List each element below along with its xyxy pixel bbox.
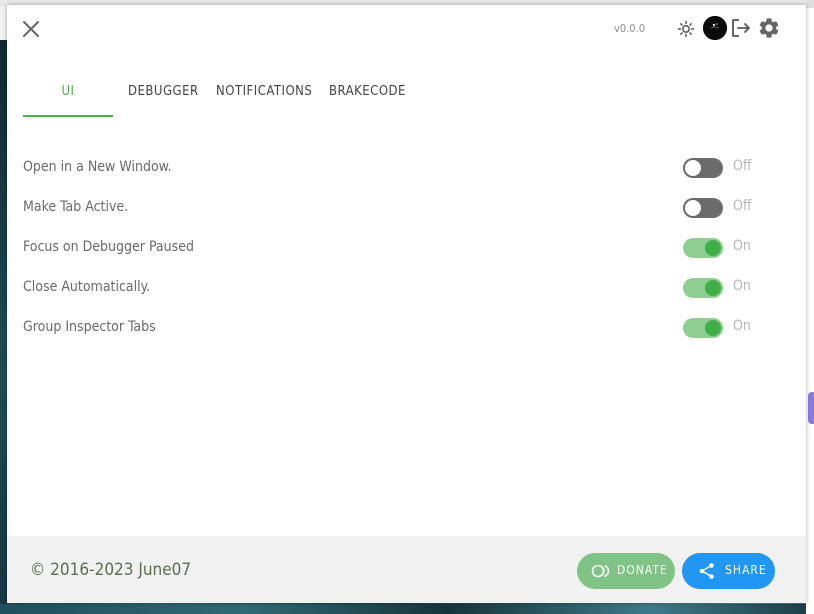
setting-label: Focus on Debugger Paused xyxy=(23,239,194,255)
tab-notifications[interactable]: NOTIFICATIONS xyxy=(216,77,312,115)
setting-label: Open in a New Window. xyxy=(23,159,172,175)
setting-row-group-inspector-tabs: Group Inspector Tabs On xyxy=(23,316,763,340)
version-label: v0.0.0 xyxy=(614,22,646,35)
tab-debugger[interactable]: DEBUGGER xyxy=(128,77,198,115)
toggle-knob xyxy=(705,280,721,296)
setting-label: Group Inspector Tabs xyxy=(23,319,156,335)
background-right-edge xyxy=(806,0,814,614)
setting-row-open-new-window: Open in a New Window. Off xyxy=(23,156,763,180)
toggle-state: On xyxy=(733,318,751,334)
toggle-knob xyxy=(705,320,721,336)
close-icon xyxy=(23,21,39,37)
setting-row-close-automatically: Close Automatically. On xyxy=(23,276,763,300)
toggle-state: On xyxy=(733,278,751,294)
setting-row-make-tab-active: Make Tab Active. Off xyxy=(23,196,763,220)
close-button[interactable] xyxy=(21,19,41,39)
toggle-close-automatically[interactable] xyxy=(683,278,723,298)
toggle-group-inspector-tabs[interactable] xyxy=(683,318,723,338)
toggle-knob xyxy=(685,200,701,216)
setting-row-focus-debugger-paused: Focus on Debugger Paused On xyxy=(23,236,763,260)
toggle-state: Off xyxy=(733,158,752,174)
share-icon xyxy=(699,563,714,579)
share-button[interactable]: SHARE xyxy=(682,553,775,589)
avatar[interactable] xyxy=(703,16,727,40)
logout-icon[interactable] xyxy=(730,17,752,39)
settings-popup: v0.0.0 UI DEBUGGER NOTIFICATIONS BRAKECO… xyxy=(7,5,806,603)
background-left-edge xyxy=(0,40,7,604)
avatar-image xyxy=(703,16,727,40)
toggle-state: Off xyxy=(733,198,752,214)
background-button-fragment xyxy=(808,392,814,424)
donate-icon xyxy=(591,564,610,578)
donate-label: DONATE xyxy=(617,563,668,577)
gear-icon[interactable] xyxy=(757,16,781,40)
toggle-focus-debugger-paused[interactable] xyxy=(683,238,723,258)
copyright-text: © 2016-2023 June07 xyxy=(30,560,192,580)
background-block xyxy=(806,0,814,8)
setting-label: Close Automatically. xyxy=(23,279,151,295)
footer: © 2016-2023 June07 DONATE SHARE xyxy=(7,536,806,603)
sun-icon[interactable] xyxy=(677,20,695,38)
toggle-make-tab-active[interactable] xyxy=(683,198,723,218)
toggle-open-new-window[interactable] xyxy=(683,158,723,178)
setting-label: Make Tab Active. xyxy=(23,199,129,215)
toggle-knob xyxy=(705,240,721,256)
toggle-state: On xyxy=(733,238,751,254)
share-label: SHARE xyxy=(725,563,767,577)
toggle-knob xyxy=(685,160,701,176)
background-bottom-edge xyxy=(0,604,814,614)
donate-button[interactable]: DONATE xyxy=(577,553,675,589)
tab-brakecode[interactable]: BRAKECODE xyxy=(329,77,405,115)
tab-ui[interactable]: UI xyxy=(23,77,113,117)
